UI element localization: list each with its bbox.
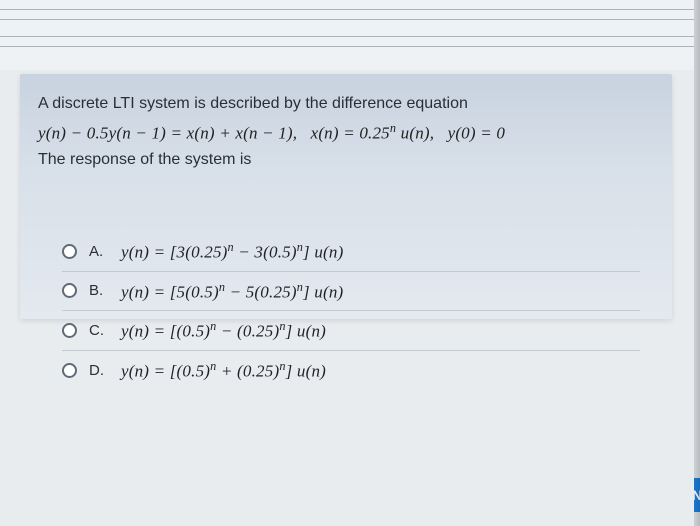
- option-expression: y(n) = [(0.5)n + (0.25)n] u(n): [121, 359, 326, 382]
- option-letter: C.: [89, 322, 109, 339]
- rule-line: [0, 19, 694, 20]
- option-letter: D.: [89, 362, 109, 379]
- question-equation: y(n) − 0.5y(n − 1) = x(n) + x(n − 1), x(…: [38, 121, 654, 144]
- question-prompt: The response of the system is: [38, 151, 654, 169]
- option-expression: y(n) = [5(0.5)n − 5(0.25)n] u(n): [121, 280, 343, 303]
- option-letter: B.: [89, 282, 109, 299]
- option-a[interactable]: A. y(n) = [3(0.25)n − 3(0.5)n] u(n): [62, 232, 640, 272]
- options-list: A. y(n) = [3(0.25)n − 3(0.5)n] u(n) B. y…: [62, 232, 640, 390]
- question-intro: A discrete LTI system is described by th…: [38, 92, 654, 117]
- option-expression: y(n) = [3(0.25)n − 3(0.5)n] u(n): [121, 240, 343, 263]
- rule-line: [0, 46, 694, 47]
- rule-line: [0, 9, 694, 10]
- option-d[interactable]: D. y(n) = [(0.5)n + (0.25)n] u(n): [62, 351, 640, 390]
- header-rule-area: [0, 0, 694, 70]
- option-c[interactable]: C. y(n) = [(0.5)n − (0.25)n] u(n): [62, 311, 640, 351]
- option-letter: A.: [89, 243, 109, 260]
- radio-icon[interactable]: [62, 363, 77, 378]
- option-expression: y(n) = [(0.5)n − (0.25)n] u(n): [121, 319, 326, 342]
- page-edge-shadow: [694, 0, 700, 526]
- radio-icon[interactable]: [62, 283, 77, 298]
- rule-line: [0, 36, 694, 37]
- radio-icon[interactable]: [62, 244, 77, 259]
- option-b[interactable]: B. y(n) = [5(0.5)n − 5(0.25)n] u(n): [62, 272, 640, 312]
- radio-icon[interactable]: [62, 323, 77, 338]
